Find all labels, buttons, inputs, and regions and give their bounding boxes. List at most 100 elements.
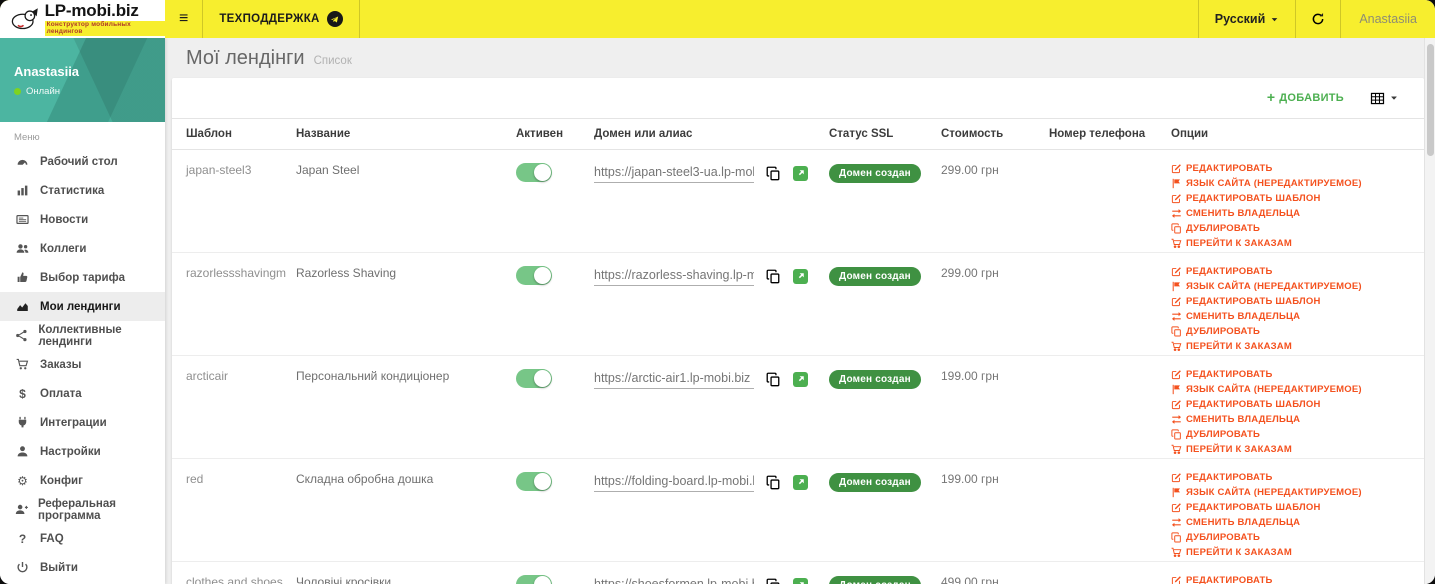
table-grid-icon	[1370, 91, 1385, 106]
sidebar-item-share[interactable]: Коллективные лендинги	[0, 321, 165, 350]
toggle-knob	[534, 164, 551, 181]
main-content: Мої лендінги Список + ДОБАВИТЬ Шаблон Наз…	[165, 38, 1424, 584]
option-edit-link[interactable]: РЕДАКТИРОВАТЬ ШАБЛОН	[1171, 193, 1424, 204]
domain-input[interactable]	[594, 575, 754, 584]
external-link-icon	[796, 581, 805, 584]
sidebar-item-plug[interactable]: Интеграции	[0, 408, 165, 437]
cell-template: clothes and shoes	[186, 575, 283, 584]
sidebar-item-stats[interactable]: Статистика	[0, 176, 165, 205]
row-options: РЕДАКТИРОВАТЬ ЯЗЫК САЙТА (НЕРЕДАКТИРУЕМО…	[1171, 369, 1424, 455]
option-flag-link[interactable]: ЯЗЫК САЙТА (НЕРЕДАКТИРУЕМОЕ)	[1171, 384, 1424, 395]
table-view-dropdown[interactable]	[1370, 91, 1398, 106]
option-edit-link[interactable]: РЕДАКТИРОВАТЬ	[1171, 266, 1424, 277]
ssl-status-badge: Домен создан	[829, 576, 921, 584]
copy-domain-icon[interactable]	[766, 372, 781, 387]
active-toggle[interactable]	[516, 472, 552, 491]
option-copy-link[interactable]: ДУБЛИРОВАТЬ	[1171, 532, 1424, 543]
option-edit-link[interactable]: РЕДАКТИРОВАТЬ ШАБЛОН	[1171, 296, 1424, 307]
option-edit-link[interactable]: РЕДАКТИРОВАТЬ ШАБЛОН	[1171, 502, 1424, 513]
sidebar-item-cart[interactable]: Заказы	[0, 350, 165, 379]
add-landing-button[interactable]: + ДОБАВИТЬ	[1267, 89, 1344, 106]
dashboard-icon	[14, 155, 31, 168]
row-options: РЕДАКТИРОВАТЬ ЯЗЫК САЙТА (НЕРЕДАКТИРУЕМО…	[1171, 163, 1424, 249]
table-row: razorlessshavingm Razorless Shaving Доме…	[172, 253, 1424, 356]
topbar-divider	[358, 0, 360, 38]
topbar-username[interactable]: Anastasiia	[1341, 0, 1435, 38]
brand-logo[interactable]: LP-mobi.biz Конструктор мобильных лендин…	[0, 0, 165, 38]
cell-name: Чоловічі кросівки	[296, 575, 392, 584]
option-copy-link[interactable]: ДУБЛИРОВАТЬ	[1171, 326, 1424, 337]
open-site-button[interactable]	[793, 268, 808, 284]
option-flag-link[interactable]: ЯЗЫК САЙТА (НЕРЕДАКТИРУЕМОЕ)	[1171, 281, 1424, 292]
user-plus-icon	[14, 503, 29, 516]
active-toggle[interactable]	[516, 163, 552, 182]
domain-input[interactable]	[594, 369, 754, 389]
users-icon	[14, 242, 31, 255]
ssl-status-badge: Домен создан	[829, 267, 921, 286]
refresh-button[interactable]	[1296, 0, 1340, 38]
ssl-status-badge: Домен создан	[829, 370, 921, 389]
option-exchange-link[interactable]: СМЕНИТЬ ВЛАДЕЛЬЦА	[1171, 414, 1424, 425]
external-link-icon	[796, 272, 805, 281]
active-toggle[interactable]	[516, 266, 552, 285]
option-copy-link[interactable]: ДУБЛИРОВАТЬ	[1171, 223, 1424, 234]
sidebar-item-user-plus[interactable]: Реферальная программа	[0, 495, 165, 524]
sidebar-item-users[interactable]: Коллеги	[0, 234, 165, 263]
copy-domain-icon[interactable]	[766, 269, 781, 284]
option-edit-link[interactable]: РЕДАКТИРОВАТЬ	[1171, 369, 1424, 380]
sidebar-item-power[interactable]: Выйти	[0, 553, 165, 582]
open-site-button[interactable]	[793, 577, 808, 584]
vertical-scrollbar[interactable]	[1424, 38, 1435, 584]
copy-domain-icon[interactable]	[766, 578, 781, 584]
option-cart-link[interactable]: ПЕРЕЙТИ К ЗАКАЗАМ	[1171, 444, 1424, 455]
option-cart-link[interactable]: ПЕРЕЙТИ К ЗАКАЗАМ	[1171, 238, 1424, 249]
scrollbar-thumb[interactable]	[1427, 44, 1434, 156]
sidebar-item-thumb[interactable]: Выбор тарифа	[0, 263, 165, 292]
sidebar-toggle-button[interactable]: ≡	[165, 0, 202, 38]
add-button-label: ДОБАВИТЬ	[1279, 92, 1344, 104]
news-icon	[14, 213, 31, 226]
cell-phone	[1049, 575, 1171, 584]
copy-domain-icon[interactable]	[766, 475, 781, 490]
option-cart-link[interactable]: ПЕРЕЙТИ К ЗАКАЗАМ	[1171, 547, 1424, 558]
open-site-button[interactable]	[793, 371, 808, 387]
support-button[interactable]: ТЕХПОДДЕРЖКА	[203, 0, 358, 38]
table-row: arcticair Персональний кондиціонер Домен…	[172, 356, 1424, 459]
domain-input[interactable]	[594, 163, 754, 183]
cell-template: arcticair	[186, 369, 229, 383]
option-exchange-link[interactable]: СМЕНИТЬ ВЛАДЕЛЬЦА	[1171, 208, 1424, 219]
app-window: LP-mobi.biz Конструктор мобильных лендин…	[0, 0, 1435, 584]
sidebar-item-dollar[interactable]: $ Оплата	[0, 379, 165, 408]
sidebar-item-user[interactable]: Настройки	[0, 437, 165, 466]
option-cart-link[interactable]: ПЕРЕЙТИ К ЗАКАЗАМ	[1171, 341, 1424, 352]
domain-input[interactable]	[594, 266, 754, 286]
language-dropdown[interactable]: Русский	[1199, 0, 1296, 38]
open-site-button[interactable]	[793, 165, 808, 181]
active-toggle[interactable]	[516, 575, 552, 584]
sidebar-item-question[interactable]: ? FAQ	[0, 524, 165, 553]
option-exchange-link[interactable]: СМЕНИТЬ ВЛАДЕЛЬЦА	[1171, 311, 1424, 322]
option-exchange-link[interactable]: СМЕНИТЬ ВЛАДЕЛЬЦА	[1171, 517, 1424, 528]
exchange-icon	[1171, 414, 1182, 425]
option-flag-link[interactable]: ЯЗЫК САЙТА (НЕРЕДАКТИРУЕМОЕ)	[1171, 487, 1424, 498]
exchange-icon	[1171, 517, 1182, 528]
edit-icon	[1171, 399, 1182, 410]
option-edit-link[interactable]: РЕДАКТИРОВАТЬ ШАБЛОН	[1171, 399, 1424, 410]
option-edit-link[interactable]: РЕДАКТИРОВАТЬ	[1171, 472, 1424, 483]
active-toggle[interactable]	[516, 369, 552, 388]
column-header: Стоимость	[941, 128, 1004, 140]
sidebar-item-chart[interactable]: Мои лендинги	[0, 292, 165, 321]
sidebar-item-news[interactable]: Новости	[0, 205, 165, 234]
option-edit-link[interactable]: РЕДАКТИРОВАТЬ	[1171, 575, 1424, 584]
menu-section-label: Меню	[14, 132, 40, 143]
copy-domain-icon[interactable]	[766, 166, 781, 181]
sidebar-item-dashboard[interactable]: Рабочий стол	[0, 147, 165, 176]
toggle-knob	[534, 473, 551, 490]
open-site-button[interactable]	[793, 474, 808, 490]
domain-input[interactable]	[594, 472, 754, 492]
option-copy-link[interactable]: ДУБЛИРОВАТЬ	[1171, 429, 1424, 440]
option-flag-link[interactable]: ЯЗЫК САЙТА (НЕРЕДАКТИРУЕМОЕ)	[1171, 178, 1424, 189]
sidebar-item-gear[interactable]: ⚙ Конфиг	[0, 466, 165, 495]
option-edit-link[interactable]: РЕДАКТИРОВАТЬ	[1171, 163, 1424, 174]
sidebar-menu: Рабочий стол Статистика Новости Коллеги …	[0, 147, 165, 582]
